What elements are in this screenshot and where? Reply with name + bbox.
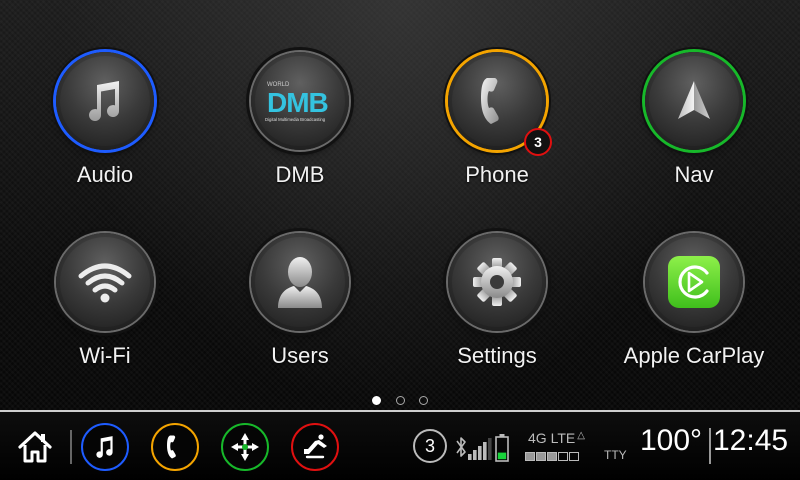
page-dot-1[interactable] <box>372 396 382 405</box>
net-bar <box>558 452 568 461</box>
net-bar <box>536 452 546 461</box>
home-icon <box>18 431 52 463</box>
quick-nav-button[interactable] <box>221 423 269 471</box>
app-label: Phone <box>465 162 529 187</box>
divider <box>709 428 711 464</box>
dmb-app-button[interactable]: WORLD DMB Digital Multimedia Broadcastin… <box>251 52 349 150</box>
app-audio[interactable]: Audio <box>7 40 203 210</box>
phone-icon <box>167 435 176 459</box>
quick-phone-button[interactable] <box>151 423 199 471</box>
app-carplay[interactable]: Apple CarPlay <box>596 221 792 391</box>
app-label: Nav <box>674 162 714 187</box>
app-label: DMB <box>275 162 325 187</box>
music-note-icon <box>96 436 113 458</box>
app-wifi[interactable]: Wi-Fi <box>7 221 203 391</box>
tty-indicator: TTY <box>604 448 627 462</box>
missed-calls-badge: 3 <box>524 128 552 156</box>
music-note-icon <box>56 52 154 150</box>
notification-count[interactable]: 3 <box>413 429 447 463</box>
divider <box>70 430 72 464</box>
net-bar <box>547 452 557 461</box>
battery-icon <box>495 434 509 462</box>
network-type-label: 4G LTE △ <box>528 430 585 446</box>
nav-app-button[interactable] <box>645 52 743 150</box>
temperature-readout[interactable]: 100° <box>640 424 702 458</box>
wifi-app-button[interactable] <box>56 233 154 331</box>
app-users[interactable]: Users <box>202 221 398 391</box>
gear-icon <box>448 233 546 331</box>
dmb-logo-icon: WORLD DMB Digital Multimedia Broadcastin… <box>251 52 349 150</box>
quick-climate-button[interactable] <box>291 423 339 471</box>
bottom-status-bar: 3 4G LTE △ TTY 100° 12:45 <box>0 410 800 480</box>
network-strength-bars <box>525 448 580 466</box>
users-app-button[interactable] <box>251 233 349 331</box>
wifi-icon <box>56 233 154 331</box>
settings-app-button[interactable] <box>448 233 546 331</box>
clock[interactable]: 12:45 <box>713 424 788 458</box>
home-screen: Audio WORLD DMB Digital Multimedia Broad… <box>0 0 800 480</box>
app-label: Wi-Fi <box>79 343 131 368</box>
app-nav[interactable]: Nav <box>596 40 792 210</box>
app-label: Settings <box>457 343 537 368</box>
svg-text:DMB: DMB <box>267 87 328 118</box>
navigation-compass-icon <box>231 433 259 461</box>
network-activity-icon: △ <box>577 430 585 441</box>
page-dot-3[interactable] <box>418 396 428 405</box>
navigation-arrow-icon <box>645 52 743 150</box>
home-button[interactable] <box>16 428 54 466</box>
carplay-icon <box>645 233 743 331</box>
quick-audio-button[interactable] <box>81 423 129 471</box>
page-dot-2[interactable] <box>395 396 405 405</box>
app-dmb[interactable]: WORLD DMB Digital Multimedia Broadcastin… <box>202 40 398 210</box>
app-label: Apple CarPlay <box>623 343 765 368</box>
phone-app-button[interactable]: 3 <box>448 52 552 156</box>
app-label: Users <box>271 343 329 368</box>
signal-strength-icon <box>468 438 492 460</box>
page-indicator <box>0 392 800 410</box>
app-settings[interactable]: Settings <box>399 221 595 391</box>
net-bar <box>525 452 535 461</box>
user-silhouette-icon <box>251 233 349 331</box>
bluetooth-icon <box>456 437 466 457</box>
app-label: Audio <box>76 162 134 187</box>
audio-app-button[interactable] <box>56 52 154 150</box>
app-phone[interactable]: 3 Phone <box>399 40 595 210</box>
net-bar <box>569 452 579 461</box>
carplay-app-button[interactable] <box>645 233 743 331</box>
seat-climate-icon <box>304 434 327 459</box>
svg-text:Digital Multimedia Broadcastin: Digital Multimedia Broadcasting <box>265 117 326 122</box>
